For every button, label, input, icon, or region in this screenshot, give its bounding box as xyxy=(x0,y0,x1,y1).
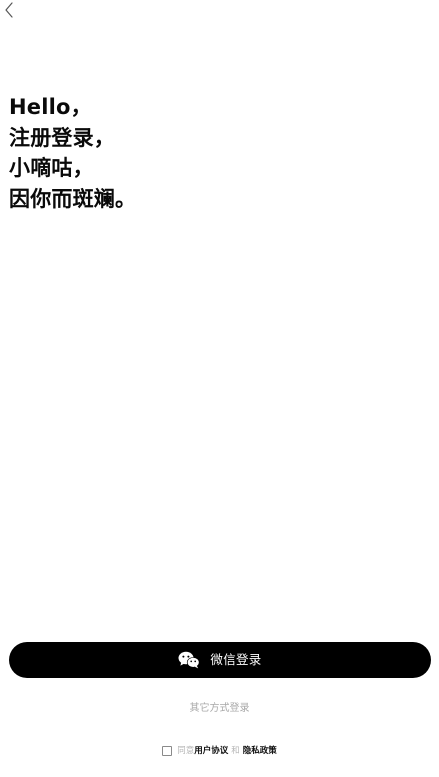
wechat-login-button[interactable]: 微信登录 xyxy=(9,642,431,678)
other-login-link[interactable]: 其它方式登录 xyxy=(0,701,439,717)
headline-line: 小嘀咕， xyxy=(9,156,94,180)
welcome-headline: Hello， 注册登录， 小嘀咕， 因你而斑斓。 xyxy=(9,92,429,214)
agree-text: 同意 xyxy=(177,746,195,756)
privacy-policy-link[interactable]: 隐私政策 xyxy=(243,744,277,758)
back-button[interactable] xyxy=(0,2,18,22)
chevron-left-icon xyxy=(4,2,14,22)
user-agreement-link[interactable]: 用户协议 xyxy=(194,744,228,758)
headline-line: 注册登录， xyxy=(9,125,115,150)
and-text: 和 xyxy=(231,746,240,756)
headline-line: 因你而斑斓。 xyxy=(9,186,137,211)
headline-line: Hello， xyxy=(9,95,92,119)
agreement-row: 同意 用户协议 和 隐私政策 xyxy=(0,744,439,758)
wechat-icon xyxy=(178,651,200,669)
agreement-checkbox[interactable] xyxy=(162,746,173,756)
wechat-login-label: 微信登录 xyxy=(210,652,262,667)
